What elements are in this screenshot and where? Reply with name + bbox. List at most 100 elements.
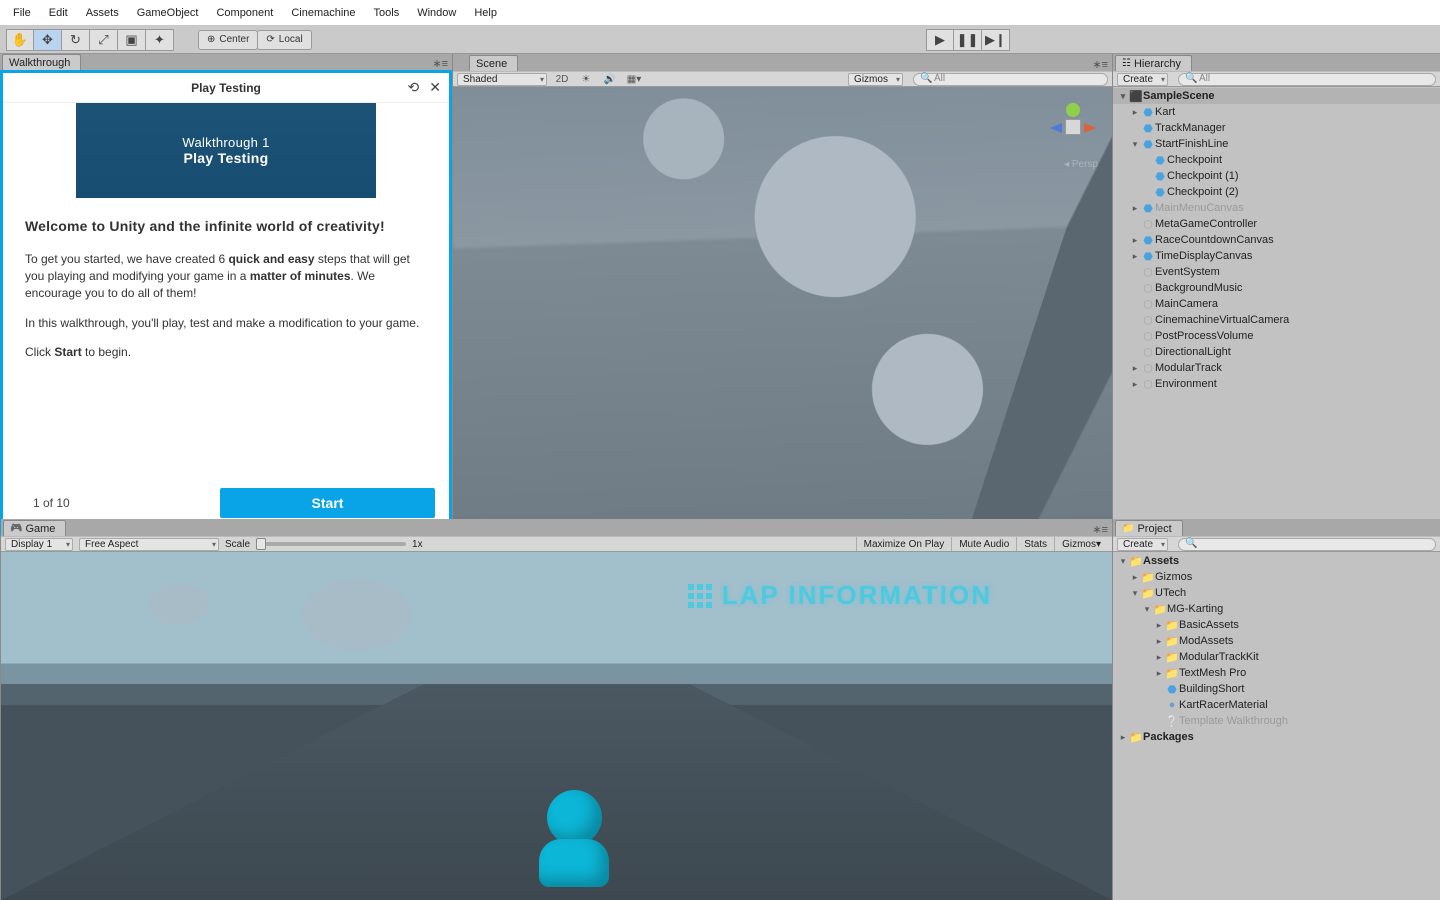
menu-tools[interactable]: Tools	[365, 3, 409, 23]
panel-menu-icon[interactable]: ∗≡	[1092, 523, 1108, 536]
hierarchy-item[interactable]: ▾⬣StartFinishLine	[1113, 136, 1440, 152]
project-item[interactable]: ▸📁BasicAssets	[1113, 617, 1440, 633]
aspect-dropdown[interactable]: Free Aspect	[79, 538, 219, 551]
hierarchy-create-dropdown[interactable]: Create	[1117, 73, 1168, 86]
hierarchy-item[interactable]: ▸⬣RaceCountdownCanvas	[1113, 232, 1440, 248]
pause-button[interactable]: ❚❚	[954, 29, 982, 51]
start-button[interactable]: Start	[220, 488, 435, 518]
project-item[interactable]: ▸📁Gizmos	[1113, 569, 1440, 585]
project-item[interactable]: ▸📁Packages	[1113, 729, 1440, 745]
project-item[interactable]: ▾📁UTech	[1113, 585, 1440, 601]
menu-gameobject[interactable]: GameObject	[128, 3, 208, 23]
display-dropdown[interactable]: Display 1	[5, 538, 73, 551]
panel-menu-icon[interactable]: ∗≡	[432, 57, 448, 70]
hierarchy-item[interactable]: ⬡MainCamera	[1113, 296, 1440, 312]
game-viewport[interactable]: LAP INFORMATION	[1, 552, 1112, 900]
project-tree[interactable]: ▾📁Assets▸📁Gizmos▾📁UTech▾📁MG-Karting▸📁Bas…	[1113, 552, 1440, 900]
game-toolbar: Display 1 Free Aspect Scale 1x Maximize …	[1, 536, 1112, 552]
menu-window[interactable]: Window	[408, 3, 465, 23]
hierarchy-item[interactable]: ⬡MetaGameController	[1113, 216, 1440, 232]
search-icon: 🔍	[1185, 538, 1197, 549]
hierarchy-item[interactable]: ▸⬣TimeDisplayCanvas	[1113, 248, 1440, 264]
hierarchy-item[interactable]: ▸⬡ModularTrack	[1113, 360, 1440, 376]
move-tool[interactable]: ✥	[34, 29, 62, 51]
hierarchy-item[interactable]: ⬣TrackManager	[1113, 120, 1440, 136]
walkthrough-tab[interactable]: Walkthrough	[2, 54, 81, 70]
scene-search[interactable]: 🔍 All	[913, 73, 1108, 86]
hierarchy-tree[interactable]: ▾⬛SampleScene▸⬣Kart⬣TrackManager▾⬣StartF…	[1113, 87, 1440, 519]
hierarchy-item[interactable]: ▸⬣MainMenuCanvas	[1113, 200, 1440, 216]
rect-tool[interactable]: ▣	[118, 29, 146, 51]
hand-tool[interactable]: ✋	[6, 29, 34, 51]
maximize-on-play-toggle[interactable]: Maximize On Play	[856, 537, 952, 551]
shading-mode-dropdown[interactable]: Shaded	[457, 73, 547, 86]
scene-toolbar: Shaded 2D ☀ 🔊 ▦▾ Gizmos 🔍 All	[453, 71, 1112, 87]
project-item[interactable]: ▸📁TextMesh Pro	[1113, 665, 1440, 681]
hierarchy-search[interactable]: 🔍 All	[1178, 73, 1436, 86]
hierarchy-item[interactable]: ▸⬡Environment	[1113, 376, 1440, 392]
lap-information-hud: LAP INFORMATION	[688, 580, 992, 611]
game-gizmos-dropdown[interactable]: Gizmos ▾	[1054, 537, 1108, 551]
hierarchy-item[interactable]: ⬡EventSystem	[1113, 264, 1440, 280]
page-indicator: 1 of 10	[33, 496, 70, 510]
scene-viewport[interactable]: ◂ Persp	[453, 87, 1112, 519]
project-tab[interactable]: 📁Project	[1115, 520, 1183, 536]
modal-body: Welcome to Unity and the infinite world …	[3, 198, 449, 478]
menu-cinemachine[interactable]: Cinemachine	[282, 3, 364, 23]
scene-panel: Scene ∗≡ Shaded 2D ☀ 🔊 ▦▾ Gizmos 🔍 All ◂…	[452, 54, 1112, 519]
close-icon[interactable]: ✕	[429, 79, 441, 96]
walkthrough-modal: Play Testing ⟲ ✕ Walkthrough 1 Play Test…	[0, 70, 452, 535]
project-item[interactable]: ⬣BuildingShort	[1113, 681, 1440, 697]
project-create-dropdown[interactable]: Create	[1117, 538, 1168, 551]
hierarchy-item[interactable]: ⬣Checkpoint (1)	[1113, 168, 1440, 184]
2d-toggle[interactable]: 2D	[553, 72, 571, 86]
hierarchy-tab[interactable]: ☷Hierarchy	[1115, 55, 1192, 71]
center-icon: ⊕	[207, 34, 215, 45]
menu-edit[interactable]: Edit	[40, 3, 77, 23]
menu-file[interactable]: File	[4, 3, 40, 23]
game-tab[interactable]: 🎮Game	[3, 520, 66, 536]
pivot-rotation-button[interactable]: ⟳Local	[257, 30, 311, 50]
stats-toggle[interactable]: Stats	[1016, 537, 1054, 551]
search-icon: 🔍	[920, 73, 932, 84]
local-icon: ⟳	[266, 34, 274, 45]
effects-icon[interactable]: ▦▾	[625, 72, 643, 86]
play-button[interactable]: ▶	[926, 29, 954, 51]
project-item[interactable]: ●KartRacerMaterial	[1113, 697, 1440, 713]
hierarchy-item[interactable]: ⬡PostProcessVolume	[1113, 328, 1440, 344]
rotate-tool[interactable]: ↻	[62, 29, 90, 51]
scene-tab[interactable]: Scene	[469, 55, 518, 71]
project-search[interactable]: 🔍	[1178, 538, 1436, 551]
audio-icon[interactable]: 🔊	[601, 72, 619, 86]
hierarchy-item[interactable]: ⬡DirectionalLight	[1113, 344, 1440, 360]
welcome-heading: Welcome to Unity and the infinite world …	[25, 216, 427, 236]
refresh-icon[interactable]: ⟲	[408, 79, 420, 96]
perspective-label[interactable]: ◂ Persp	[1064, 159, 1098, 170]
scale-value: 1x	[412, 539, 423, 550]
project-item[interactable]: ▸📁ModAssets	[1113, 633, 1440, 649]
step-button[interactable]: ▶❙	[982, 29, 1010, 51]
pivot-mode-button[interactable]: ⊕Center	[198, 30, 258, 50]
hierarchy-item[interactable]: ⬣Checkpoint	[1113, 152, 1440, 168]
gizmos-dropdown[interactable]: Gizmos	[848, 73, 903, 86]
project-item[interactable]: ▾📁Assets	[1113, 553, 1440, 569]
transform-tool[interactable]: ✦	[146, 29, 174, 51]
project-item[interactable]: ❔Template Walkthrough	[1113, 713, 1440, 729]
hierarchy-item[interactable]: ⬡BackgroundMusic	[1113, 280, 1440, 296]
mute-audio-toggle[interactable]: Mute Audio	[951, 537, 1016, 551]
hierarchy-item[interactable]: ▸⬣Kart	[1113, 104, 1440, 120]
hierarchy-item[interactable]: ⬡CinemachineVirtualCamera	[1113, 312, 1440, 328]
menu-help[interactable]: Help	[465, 3, 506, 23]
menu-assets[interactable]: Assets	[77, 3, 128, 23]
lighting-icon[interactable]: ☀	[577, 72, 595, 86]
menu-component[interactable]: Component	[207, 3, 282, 23]
project-item[interactable]: ▸📁ModularTrackKit	[1113, 649, 1440, 665]
hierarchy-item[interactable]: ⬣Checkpoint (2)	[1113, 184, 1440, 200]
scale-tool[interactable]: ⤢	[90, 29, 118, 51]
project-item[interactable]: ▾📁MG-Karting	[1113, 601, 1440, 617]
scale-slider[interactable]	[256, 542, 406, 546]
panel-menu-icon[interactable]: ∗≡	[1092, 58, 1108, 71]
orientation-gizmo[interactable]	[1042, 97, 1102, 157]
search-icon: 🔍	[1185, 73, 1197, 84]
scene-root[interactable]: ▾⬛SampleScene	[1113, 88, 1440, 104]
